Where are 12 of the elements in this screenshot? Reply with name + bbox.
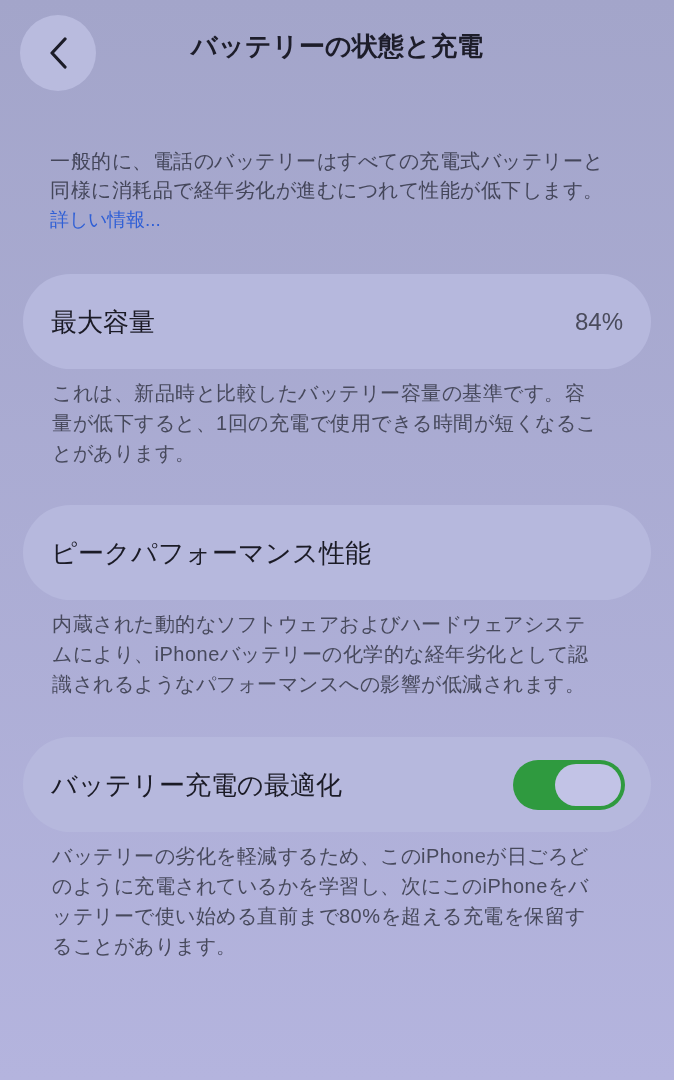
learn-more-link[interactable]: 詳しい情報... — [50, 205, 161, 234]
toggle-switch[interactable] — [513, 759, 625, 810]
section-footer-text: 内蔵された動的なソフトウェアおよびハードウェアシステムにより、iPhoneバッテリーの化学的な経年劣化として認識されるようなパフォーマンスへの影響が低減されます。 — [52, 612, 590, 697]
row-label: 最大容量 — [51, 305, 155, 339]
row-label: バッテリー充電の最適化 — [51, 768, 342, 802]
page-title: バッテリーの状態と充電 — [189, 30, 484, 63]
section-footer-text: これは、新品時と比較したバッテリー容量の基準です。容量が低下すると、1回の充電で使用できる時間が短くなることがあります。 — [52, 381, 598, 466]
row-value: 84% — [574, 306, 624, 337]
row-label: ピークパフォーマンス性能 — [51, 536, 371, 570]
section-footer-text: バッテリーの劣化を軽減するため、このiPhoneが日ごろどのように充電されているかを学習し、次にこのiPhoneをバッテリーで使い始める直前まで80%を超える充電を保留することがあります。 — [52, 844, 590, 959]
intro-text: 一般的に、電話のバッテリーはすべての充電式バッテリーと同様に消耗品で経年劣化が進むにつれて性能が低下します。 — [50, 149, 605, 203]
chevron-left-icon — [48, 37, 68, 69]
